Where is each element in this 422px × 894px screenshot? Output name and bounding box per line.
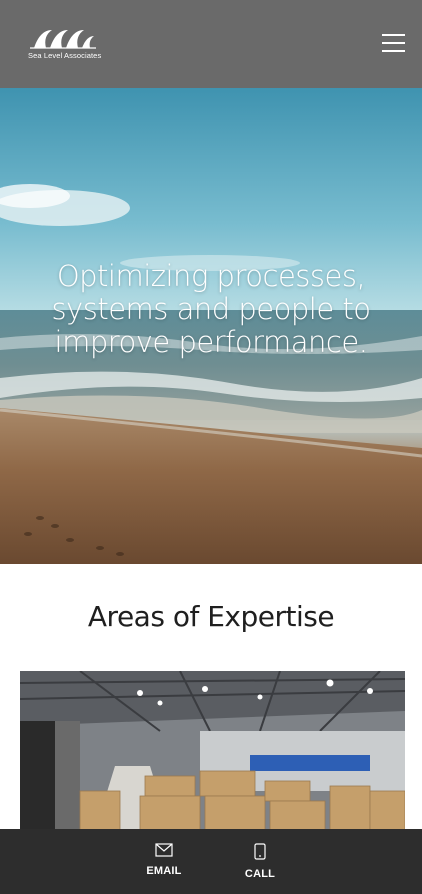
section-heading: Areas of Expertise [87,600,335,633]
menu-line [382,50,405,52]
warehouse-illustration [20,671,405,831]
email-button[interactable]: EMAIL [134,843,194,887]
menu-line [382,42,405,44]
phone-icon [254,843,266,860]
logo-text: Sea Level Associates [28,51,102,60]
email-label: EMAIL [146,865,182,877]
site-logo[interactable]: Sea Level Associates [28,26,108,62]
hamburger-menu-icon[interactable] [382,33,406,53]
bottom-action-bar: EMAIL CALL [0,829,422,894]
call-button[interactable]: CALL [230,843,290,887]
menu-line [382,34,405,36]
waves-logo-icon [30,30,96,49]
call-label: CALL [244,868,276,880]
site-header: Sea Level Associates [0,0,422,88]
hero-headline: Optimizing processes, systems and people… [51,259,371,359]
hero-banner: Optimizing processes, systems and people… [0,88,422,564]
envelope-icon [155,843,173,857]
warehouse-image[interactable] [20,671,405,831]
